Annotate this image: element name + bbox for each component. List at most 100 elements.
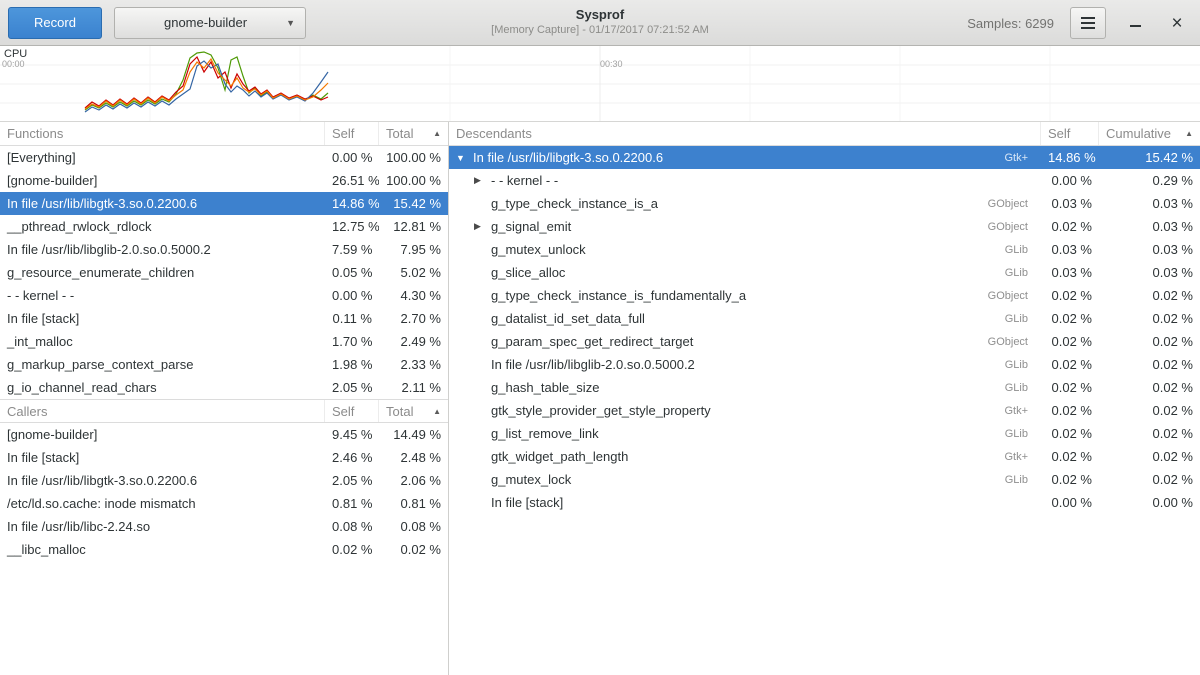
header-bar: Record gnome-builder ▼ Sysprof [Memory C… — [0, 0, 1200, 46]
table-row[interactable]: g_list_remove_link GLib 0.02 % 0.02 % — [449, 422, 1200, 445]
table-row[interactable]: __libc_malloc 0.02 % 0.02 % — [0, 538, 448, 561]
table-row[interactable]: ▶ g_signal_emit GObject 0.02 % 0.03 % — [449, 215, 1200, 238]
samples-count: Samples: 6299 — [967, 16, 1054, 31]
table-row[interactable]: [gnome-builder] 26.51 % 100.00 % — [0, 169, 448, 192]
self-percent: 12.75 % — [325, 219, 379, 234]
table-row[interactable]: g_param_spec_get_redirect_target GObject… — [449, 330, 1200, 353]
table-row[interactable]: g_markup_parse_context_parse 1.98 % 2.33… — [0, 353, 448, 376]
close-button[interactable]: × — [1164, 7, 1190, 39]
library-badge: GLib — [995, 267, 1034, 279]
column-header-total[interactable]: Total ▲ — [379, 122, 448, 145]
table-row[interactable]: In file /usr/lib/libglib-2.0.so.0.5000.2… — [449, 353, 1200, 376]
total-percent: 7.95 % — [379, 242, 448, 257]
cumulative-percent: 0.02 % — [1099, 288, 1200, 303]
table-row[interactable]: __pthread_rwlock_rdlock 12.75 % 12.81 % — [0, 215, 448, 238]
descendant-name-cell: g_param_spec_get_redirect_target GObject — [449, 334, 1041, 349]
library-badge: Gtk+ — [994, 405, 1034, 417]
table-row[interactable]: ▶ - - kernel - - 0.00 % 0.29 % — [449, 169, 1200, 192]
column-header-descendants[interactable]: Descendants — [449, 122, 1041, 145]
cpu-timeline-graph[interactable]: CPU 00:00 00:30 — [0, 46, 1200, 122]
table-row[interactable]: [gnome-builder] 9.45 % 14.49 % — [0, 423, 448, 446]
function-name: In file /usr/lib/libgtk-3.so.0.2200.6 — [0, 196, 325, 211]
self-percent: 2.46 % — [325, 450, 379, 465]
table-row[interactable]: g_type_check_instance_is_a GObject 0.03 … — [449, 192, 1200, 215]
column-header-cumulative-label: Cumulative — [1106, 126, 1171, 141]
expander-icon[interactable]: ▼ — [456, 153, 473, 163]
table-row[interactable]: g_type_check_instance_is_fundamentally_a… — [449, 284, 1200, 307]
function-name: In file /usr/lib/libgtk-3.so.0.2200.6 — [473, 150, 663, 165]
table-row[interactable]: gtk_style_provider_get_style_property Gt… — [449, 399, 1200, 422]
table-row[interactable]: g_hash_table_size GLib 0.02 % 0.02 % — [449, 376, 1200, 399]
descendant-name-cell: In file [stack] — [449, 495, 1041, 510]
table-row[interactable]: g_io_channel_read_chars 2.05 % 2.11 % — [0, 376, 448, 399]
callers-table-header: Callers Self Total ▲ — [0, 399, 448, 423]
self-percent: 0.02 % — [1041, 472, 1099, 487]
table-row[interactable]: In file [stack] 2.46 % 2.48 % — [0, 446, 448, 469]
table-row[interactable]: gtk_widget_path_length Gtk+ 0.02 % 0.02 … — [449, 445, 1200, 468]
column-header-total-label: Total — [386, 126, 413, 141]
function-name: g_datalist_id_set_data_full — [491, 311, 645, 326]
total-percent: 4.30 % — [379, 288, 448, 303]
right-panel: Descendants Self Cumulative ▲ ▼ In file … — [449, 122, 1200, 675]
expander-icon[interactable]: ▶ — [474, 221, 491, 232]
table-row[interactable]: In file [stack] 0.11 % 2.70 % — [0, 307, 448, 330]
table-row[interactable]: g_resource_enumerate_children 0.05 % 5.0… — [0, 261, 448, 284]
table-row[interactable]: - - kernel - - 0.00 % 4.30 % — [0, 284, 448, 307]
table-row[interactable]: g_mutex_lock GLib 0.02 % 0.02 % — [449, 468, 1200, 491]
column-header-callers[interactable]: Callers — [0, 400, 325, 422]
column-header-self[interactable]: Self — [325, 122, 379, 145]
function-name: - - kernel - - — [0, 288, 325, 303]
total-percent: 2.48 % — [379, 450, 448, 465]
record-button[interactable]: Record — [8, 7, 102, 39]
self-percent: 0.02 % — [1041, 357, 1099, 372]
self-percent: 0.02 % — [325, 542, 379, 557]
cumulative-percent: 0.29 % — [1099, 173, 1200, 188]
minimize-button[interactable] — [1122, 7, 1148, 39]
table-row[interactable]: In file /usr/lib/libglib-2.0.so.0.5000.2… — [0, 238, 448, 261]
cumulative-percent: 0.03 % — [1099, 242, 1200, 257]
descendant-name-cell: gtk_widget_path_length Gtk+ — [449, 449, 1041, 464]
cpu-graph-svg — [0, 46, 1200, 121]
table-row[interactable]: g_mutex_unlock GLib 0.03 % 0.03 % — [449, 238, 1200, 261]
column-header-cumulative[interactable]: Cumulative ▲ — [1099, 122, 1200, 145]
minimize-icon — [1130, 25, 1141, 27]
self-percent: 0.81 % — [325, 496, 379, 511]
column-header-total[interactable]: Total ▲ — [379, 400, 448, 422]
total-percent: 15.42 % — [379, 196, 448, 211]
table-row[interactable]: g_slice_alloc GLib 0.03 % 0.03 % — [449, 261, 1200, 284]
close-icon: × — [1171, 14, 1182, 33]
table-row[interactable]: In file /usr/lib/libgtk-3.so.0.2200.6 2.… — [0, 469, 448, 492]
table-row[interactable]: In file /usr/lib/libc-2.24.so 0.08 % 0.0… — [0, 515, 448, 538]
table-row[interactable]: In file [stack] 0.00 % 0.00 % — [449, 491, 1200, 514]
column-header-self[interactable]: Self — [325, 400, 379, 422]
column-header-total-label: Total — [386, 404, 413, 419]
table-row[interactable]: _int_malloc 1.70 % 2.49 % — [0, 330, 448, 353]
menu-button[interactable] — [1070, 7, 1106, 39]
total-percent: 2.06 % — [379, 473, 448, 488]
self-percent: 0.00 % — [325, 150, 379, 165]
function-name: In file /usr/lib/libgtk-3.so.0.2200.6 — [0, 473, 325, 488]
table-row[interactable]: ▼ In file /usr/lib/libgtk-3.so.0.2200.6 … — [449, 146, 1200, 169]
sort-arrow-icon: ▲ — [1185, 129, 1193, 138]
functions-table-header: Functions Self Total ▲ — [0, 122, 448, 146]
total-percent: 12.81 % — [379, 219, 448, 234]
total-percent: 2.11 % — [379, 380, 448, 395]
self-percent: 0.02 % — [1041, 219, 1099, 234]
cumulative-percent: 0.03 % — [1099, 219, 1200, 234]
table-row[interactable]: In file /usr/lib/libgtk-3.so.0.2200.6 14… — [0, 192, 448, 215]
self-percent: 0.08 % — [325, 519, 379, 534]
table-row[interactable]: g_datalist_id_set_data_full GLib 0.02 % … — [449, 307, 1200, 330]
expander-icon[interactable]: ▶ — [474, 175, 491, 186]
column-header-functions[interactable]: Functions — [0, 122, 325, 145]
process-selector-dropdown[interactable]: gnome-builder ▼ — [114, 7, 306, 39]
window-title-block: Sysprof [Memory Capture] - 01/17/2017 07… — [491, 7, 709, 36]
table-row[interactable]: /etc/ld.so.cache: inode mismatch 0.81 % … — [0, 492, 448, 515]
cumulative-percent: 0.02 % — [1099, 472, 1200, 487]
function-name: [gnome-builder] — [0, 427, 325, 442]
total-percent: 2.70 % — [379, 311, 448, 326]
table-row[interactable]: [Everything] 0.00 % 100.00 % — [0, 146, 448, 169]
self-percent: 0.03 % — [1041, 265, 1099, 280]
descendant-name-cell: ▶ - - kernel - - — [449, 173, 1041, 188]
column-header-self[interactable]: Self — [1041, 122, 1099, 145]
function-name: g_list_remove_link — [491, 426, 599, 441]
